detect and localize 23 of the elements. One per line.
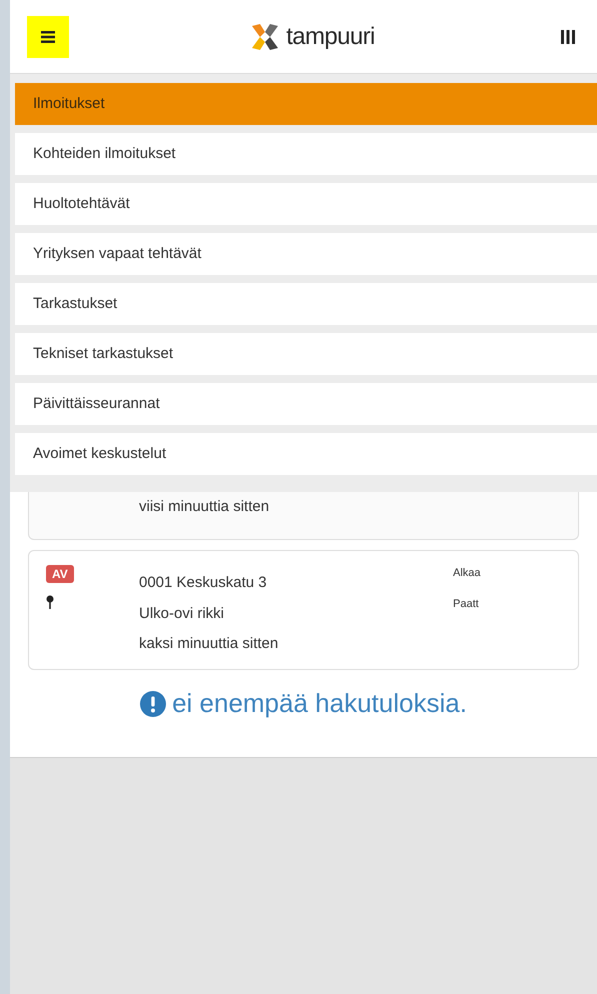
logo-icon: [250, 22, 280, 52]
menu-item[interactable]: Yrityksen vapaat tehtävät: [15, 233, 597, 275]
card-address: 0001 Keskuskatu 3: [139, 573, 268, 593]
menu-button[interactable]: [27, 16, 69, 58]
logo-text: tampuuri: [286, 22, 375, 52]
menu-item[interactable]: Tarkastukset: [15, 283, 597, 325]
menu-item[interactable]: Ilmoitukset: [15, 83, 597, 125]
menu-item[interactable]: Huoltotehtävät: [15, 183, 597, 225]
menu-item[interactable]: Tekniset tarkastukset: [15, 333, 597, 375]
pin-icon: [46, 595, 54, 609]
card-title: Ulko-ovi rikki: [139, 604, 226, 624]
no-results-message: ei enempää hakutuloksia.: [172, 687, 467, 720]
menu-item[interactable]: Kohteiden ilmoitukset: [15, 133, 597, 175]
card-time: kaksi minuuttia sitten: [139, 634, 280, 654]
alert-icon: [140, 690, 166, 716]
status-badge: AV: [46, 565, 74, 583]
columns-icon: [560, 30, 575, 44]
end-label: Paatt: [453, 596, 480, 612]
card-time: viisi minuuttia sitten: [139, 498, 270, 515]
menu-item[interactable]: Avoimet keskustelut: [15, 433, 597, 475]
menu-item[interactable]: Päivittäisseurannat: [15, 383, 597, 425]
menu-icon: [41, 30, 55, 42]
start-label: Alkaa: [453, 566, 481, 581]
